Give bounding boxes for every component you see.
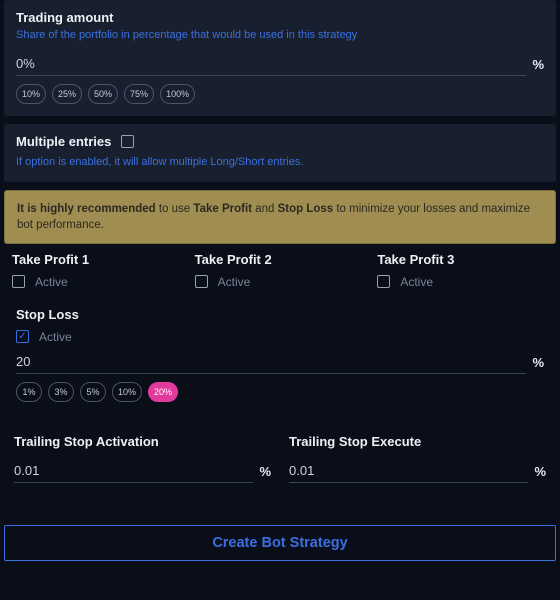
trailing-execute-suffix: % bbox=[534, 464, 546, 483]
stop-loss-input[interactable] bbox=[16, 350, 526, 374]
trading-amount-presets: 10% 25% 50% 75% 100% bbox=[16, 84, 544, 104]
take-profit-2-checkbox[interactable] bbox=[195, 275, 208, 288]
sl-preset-10[interactable]: 10% bbox=[112, 382, 142, 402]
sl-preset-1[interactable]: 1% bbox=[16, 382, 42, 402]
multiple-entries-section: Multiple entries If option is enabled, i… bbox=[4, 124, 556, 181]
trailing-activation-suffix: % bbox=[259, 464, 271, 483]
stop-loss-presets: 1% 3% 5% 10% 20% bbox=[16, 382, 544, 402]
trailing-activation: Trailing Stop Activation % bbox=[14, 434, 271, 491]
preset-25[interactable]: 25% bbox=[52, 84, 82, 104]
multiple-entries-checkbox[interactable] bbox=[121, 135, 134, 148]
create-bot-strategy-button[interactable]: Create Bot Strategy bbox=[4, 525, 556, 561]
multiple-entries-title: Multiple entries bbox=[16, 134, 111, 149]
multiple-entries-help: If option is enabled, it will allow mult… bbox=[16, 155, 544, 169]
preset-10[interactable]: 10% bbox=[16, 84, 46, 104]
trailing-execute-title: Trailing Stop Execute bbox=[289, 434, 546, 449]
banner-strong-tp: Take Profit bbox=[193, 203, 252, 215]
trading-amount-title: Trading amount bbox=[16, 10, 544, 25]
action-row: Create Bot Strategy bbox=[0, 505, 560, 569]
take-profit-1-active-label: Active bbox=[35, 275, 68, 289]
sl-preset-3[interactable]: 3% bbox=[48, 382, 74, 402]
percent-suffix: % bbox=[532, 57, 544, 76]
trading-amount-help: Share of the portfolio in percentage tha… bbox=[16, 28, 544, 42]
trailing-activation-title: Trailing Stop Activation bbox=[14, 434, 271, 449]
take-profit-2-active-label: Active bbox=[218, 275, 251, 289]
trading-amount-input[interactable] bbox=[16, 52, 526, 76]
take-profit-2: Take Profit 2 Active bbox=[195, 252, 366, 289]
take-profit-3-checkbox[interactable] bbox=[377, 275, 390, 288]
trailing-row: Trailing Stop Activation % Trailing Stop… bbox=[0, 426, 560, 505]
banner-strong-sl: Stop Loss bbox=[278, 203, 334, 215]
take-profit-1-title: Take Profit 1 bbox=[12, 252, 183, 267]
stop-loss-active-label: Active bbox=[39, 330, 72, 344]
stop-loss-checkbox[interactable]: ✓ bbox=[16, 330, 29, 343]
take-profit-row: Take Profit 1 Active Take Profit 2 Activ… bbox=[4, 252, 556, 289]
take-profit-3-active-label: Active bbox=[400, 275, 433, 289]
take-profit-1-checkbox[interactable] bbox=[12, 275, 25, 288]
trailing-execute: Trailing Stop Execute % bbox=[289, 434, 546, 491]
take-profit-3-title: Take Profit 3 bbox=[377, 252, 548, 267]
stop-loss-suffix: % bbox=[532, 355, 544, 374]
banner-strong-1: It is highly recommended bbox=[17, 203, 159, 215]
preset-100[interactable]: 100% bbox=[160, 84, 195, 104]
take-profit-3: Take Profit 3 Active bbox=[377, 252, 548, 289]
trading-amount-section: Trading amount Share of the portfolio in… bbox=[4, 0, 556, 116]
stop-loss-section: Stop Loss ✓ Active % 1% 3% 5% 10% 20% bbox=[4, 297, 556, 418]
take-profit-2-title: Take Profit 2 bbox=[195, 252, 366, 267]
preset-50[interactable]: 50% bbox=[88, 84, 118, 104]
trailing-activation-input[interactable] bbox=[14, 459, 253, 483]
sl-preset-20[interactable]: 20% bbox=[148, 382, 178, 402]
preset-75[interactable]: 75% bbox=[124, 84, 154, 104]
sl-preset-5[interactable]: 5% bbox=[80, 382, 106, 402]
recommendation-banner: It is highly recommended to use Take Pro… bbox=[4, 190, 556, 244]
stop-loss-title: Stop Loss bbox=[16, 307, 544, 322]
trailing-execute-input[interactable] bbox=[289, 459, 528, 483]
take-profit-1: Take Profit 1 Active bbox=[12, 252, 183, 289]
